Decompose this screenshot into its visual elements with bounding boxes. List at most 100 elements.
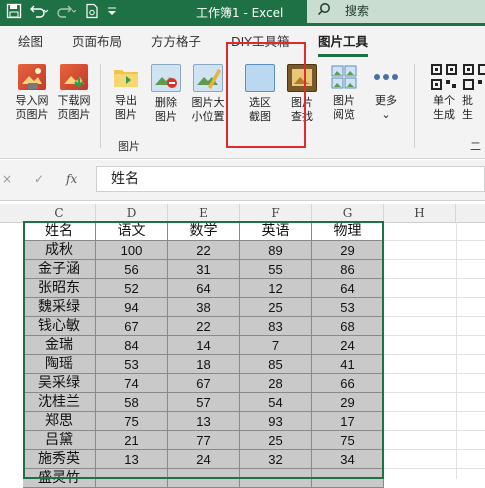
table-cell[interactable]: 25 — [240, 298, 312, 317]
table-cell[interactable]: 41 — [312, 355, 384, 374]
table-cell[interactable]: 13 — [168, 412, 240, 431]
table-cell[interactable]: 54 — [240, 393, 312, 412]
table-header-cell[interactable]: 姓名 — [23, 222, 96, 241]
table-cell[interactable]: 25 — [240, 431, 312, 450]
undo-icon[interactable] — [28, 3, 50, 26]
tab-draw[interactable]: 绘图 — [18, 34, 43, 50]
table-cell[interactable]: 22 — [168, 317, 240, 336]
table-cell[interactable]: 86 — [312, 260, 384, 279]
import-web-image-button[interactable]: 导入网 页图片 — [12, 64, 52, 122]
quick-access-dropdown-icon[interactable] — [106, 3, 118, 26]
delete-image-label-1: 删除 — [155, 96, 177, 109]
table-cell[interactable]: 66 — [312, 374, 384, 393]
confirm-icon[interactable]: ✓ — [34, 170, 44, 188]
table-cell[interactable]: 67 — [96, 317, 168, 336]
column-header-f[interactable]: F — [240, 204, 312, 222]
table-cell[interactable]: 32 — [240, 450, 312, 469]
table-cell[interactable]: 7 — [240, 336, 312, 355]
table-cell[interactable]: 89 — [240, 241, 312, 260]
column-header-h[interactable]: H — [384, 204, 456, 222]
table-cell[interactable]: 18 — [168, 355, 240, 374]
formula-input[interactable]: 姓名 — [96, 166, 485, 192]
table-cell[interactable]: 64 — [312, 279, 384, 298]
single-generate-button[interactable]: 单个 生成 — [424, 64, 464, 122]
search-box[interactable]: 搜索 — [307, 0, 485, 23]
table-cell[interactable]: 84 — [96, 336, 168, 355]
table-cell[interactable]: 75 — [96, 412, 168, 431]
table-cell[interactable]: 张昭东 — [23, 279, 96, 298]
table-cell[interactable]: 57 — [168, 393, 240, 412]
tab-fangfang[interactable]: 方方格子 — [151, 34, 201, 50]
batch-generate-button[interactable]: 批生 — [462, 64, 485, 122]
cancel-icon[interactable]: × — [2, 170, 12, 188]
table-header-cell[interactable]: 语文 — [96, 222, 168, 241]
table-cell[interactable]: 28 — [240, 374, 312, 393]
table-cell[interactable]: 34 — [312, 450, 384, 469]
column-header-c[interactable]: C — [23, 204, 96, 222]
table-cell[interactable]: 24 — [312, 336, 384, 355]
table-cell[interactable]: 83 — [240, 317, 312, 336]
table-cell[interactable]: 94 — [96, 298, 168, 317]
table-cell[interactable]: 31 — [168, 260, 240, 279]
table-cell[interactable]: 14 — [168, 336, 240, 355]
grid-line — [384, 335, 485, 336]
tab-page-layout[interactable]: 页面布局 — [72, 34, 122, 50]
table-header-cell[interactable]: 物理 — [312, 222, 384, 241]
redo-icon[interactable] — [56, 3, 78, 26]
download-web-image-button[interactable]: 下载网 页图片 — [54, 64, 94, 122]
tab-picture-tools[interactable]: 图片工具 — [318, 34, 368, 50]
table-cell[interactable]: 85 — [240, 355, 312, 374]
table-cell[interactable]: 52 — [96, 279, 168, 298]
table-cell[interactable]: 郑思 — [23, 412, 96, 431]
table-cell[interactable]: 55 — [240, 260, 312, 279]
table-header-cell[interactable]: 数学 — [168, 222, 240, 241]
table-cell[interactable]: 74 — [96, 374, 168, 393]
table-cell[interactable]: 53 — [96, 355, 168, 374]
table-cell[interactable]: 吕黛 — [23, 431, 96, 450]
table-cell[interactable]: 吴采绿 — [23, 374, 96, 393]
column-header-e[interactable]: E — [168, 204, 240, 222]
table-cell[interactable]: 沈桂兰 — [23, 393, 96, 412]
document-icon[interactable] — [84, 3, 100, 26]
table-cell[interactable]: 58 — [96, 393, 168, 412]
table-cell[interactable]: 68 — [312, 317, 384, 336]
ribbon-group-label: 图片 — [118, 140, 140, 153]
table-cell[interactable]: 陶瑶 — [23, 355, 96, 374]
batch-generate-label-2: 生 — [462, 108, 473, 121]
table-cell[interactable]: 100 — [96, 241, 168, 260]
table-cell[interactable]: 21 — [96, 431, 168, 450]
table-cell[interactable]: 24 — [168, 450, 240, 469]
image-preview-button[interactable]: 图片 阅览 — [324, 64, 364, 122]
table-cell[interactable]: 12 — [240, 279, 312, 298]
grid-line — [384, 411, 485, 412]
table-cell[interactable]: 64 — [168, 279, 240, 298]
table-cell[interactable]: 金瑞 — [23, 336, 96, 355]
table-cell[interactable]: 成秋 — [23, 241, 96, 260]
table-cell[interactable]: 93 — [240, 412, 312, 431]
table-cell[interactable]: 56 — [96, 260, 168, 279]
image-size-position-button[interactable]: 图片大 小位置 — [188, 64, 228, 124]
export-image-button[interactable]: 导出 图片 — [106, 64, 146, 122]
table-cell[interactable]: 77 — [168, 431, 240, 450]
table-cell[interactable]: 75 — [312, 431, 384, 450]
table-header-cell[interactable]: 英语 — [240, 222, 312, 241]
table-cell[interactable]: 29 — [312, 393, 384, 412]
table-cell[interactable]: 29 — [312, 241, 384, 260]
save-icon[interactable] — [6, 3, 22, 26]
table-cell[interactable]: 魏采绿 — [23, 298, 96, 317]
table-cell[interactable]: 22 — [168, 241, 240, 260]
table-cell[interactable]: 金子涵 — [23, 260, 96, 279]
table-cell[interactable]: 53 — [312, 298, 384, 317]
table-cell[interactable]: 17 — [312, 412, 384, 431]
table-cell[interactable]: 施秀英 — [23, 450, 96, 469]
function-icon[interactable]: fx — [66, 170, 77, 188]
column-header-g[interactable]: G — [312, 204, 384, 222]
column-header-d[interactable]: D — [96, 204, 168, 222]
table-cell[interactable]: 13 — [96, 450, 168, 469]
grid-line — [384, 373, 485, 374]
table-cell[interactable]: 钱心敏 — [23, 317, 96, 336]
delete-image-button[interactable]: 删除 图片 — [146, 64, 186, 124]
table-cell[interactable]: 38 — [168, 298, 240, 317]
more-button[interactable]: 更多 ⌄ — [366, 64, 406, 122]
table-cell[interactable]: 67 — [168, 374, 240, 393]
